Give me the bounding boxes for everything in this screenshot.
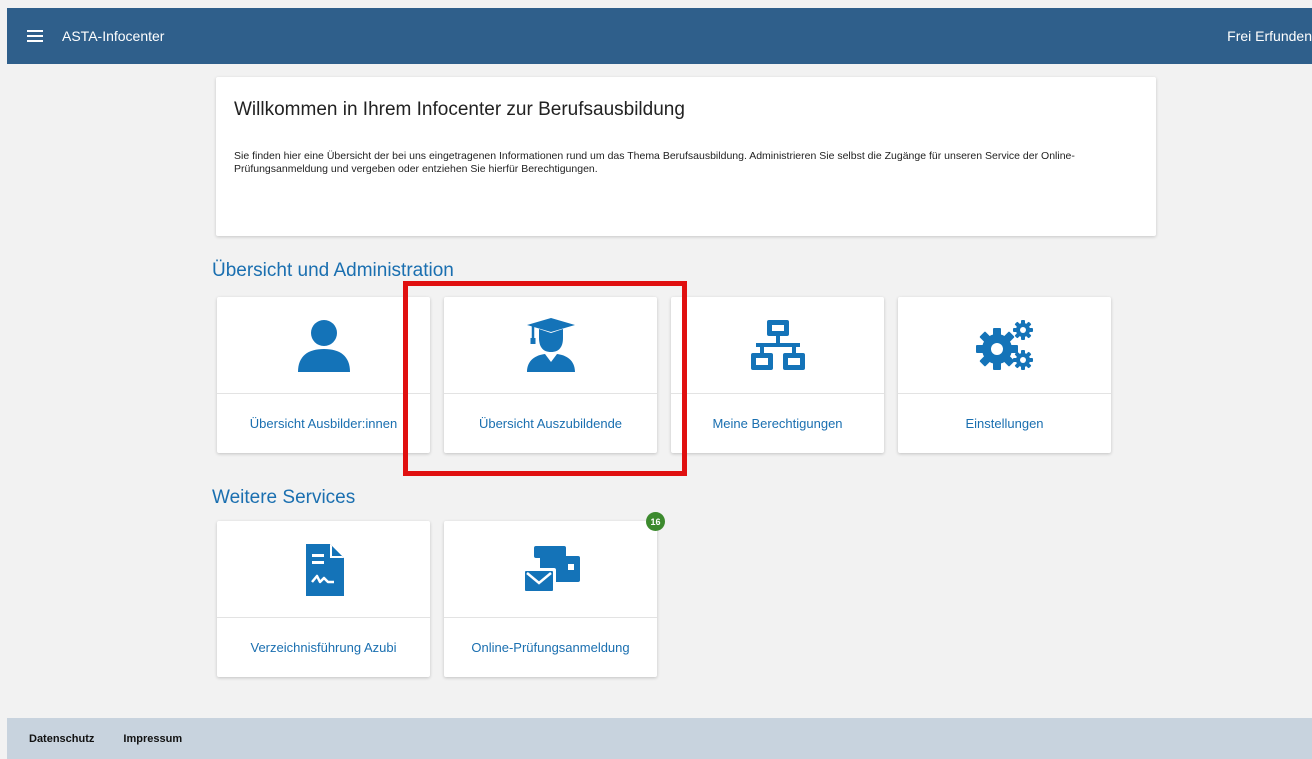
mail-envelope-icon	[521, 545, 580, 594]
tile-trainers-overview[interactable]: Übersicht Ausbilder:innen	[217, 297, 430, 453]
tile-label: Einstellungen	[965, 416, 1044, 431]
tile-trainees-overview[interactable]: Übersicht Auszubildende	[444, 297, 657, 453]
welcome-card: Willkommen in Ihrem Infocenter zur Beruf…	[216, 77, 1156, 236]
imprint-link[interactable]: Impressum	[123, 733, 182, 745]
notification-count-badge: 16	[646, 512, 665, 531]
user-icon	[297, 319, 350, 372]
tile-label: Online-Prüfungsanmeldung	[471, 640, 630, 655]
document-signature-icon	[305, 543, 344, 596]
gears-icon	[975, 319, 1033, 370]
welcome-title: Willkommen in Ihrem Infocenter zur Beruf…	[234, 99, 685, 120]
hamburger-menu-icon[interactable]	[27, 30, 43, 42]
tile-label: Meine Berechtigungen	[712, 416, 843, 431]
tile-label: Übersicht Auszubildende	[478, 416, 623, 431]
user-name[interactable]: Frei Erfunden	[1227, 28, 1312, 44]
tile-my-permissions[interactable]: Meine Berechtigungen	[671, 297, 884, 453]
tile-online-exam-registration[interactable]: Online-Prüfungsanmeldung	[444, 521, 657, 677]
tile-label: Übersicht Ausbilder:innen	[249, 416, 398, 431]
top-bar: ASTA-Infocenter Frei Erfunden	[7, 8, 1312, 64]
footer: Datenschutz Impressum	[7, 718, 1312, 759]
graduate-icon	[526, 317, 575, 372]
app-title[interactable]: ASTA-Infocenter	[62, 28, 164, 44]
section-title-administration: Übersicht und Administration	[212, 260, 454, 281]
tile-settings[interactable]: Einstellungen	[898, 297, 1111, 453]
tile-trainee-records[interactable]: Verzeichnisführung Azubi	[217, 521, 430, 677]
tile-label: Verzeichnisführung Azubi	[250, 640, 397, 655]
section-title-services: Weitere Services	[212, 487, 356, 508]
privacy-link[interactable]: Datenschutz	[29, 733, 94, 745]
network-icon	[750, 319, 805, 370]
welcome-text: Sie finden hier eine Übersicht der bei u…	[234, 150, 1075, 175]
